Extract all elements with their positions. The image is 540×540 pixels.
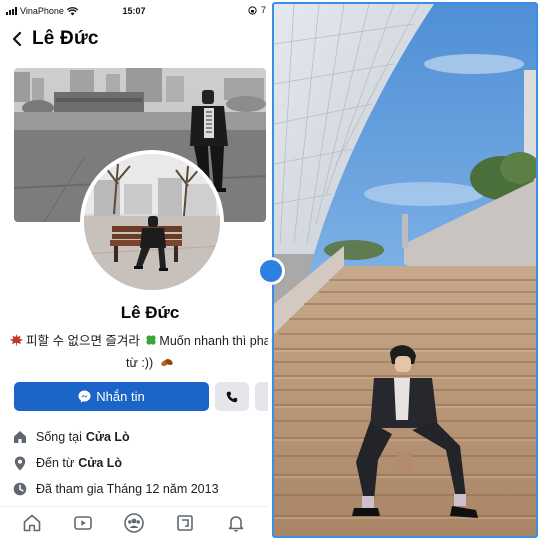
call-button[interactable] xyxy=(215,382,249,411)
notifications-icon[interactable] xyxy=(222,509,250,537)
info-label: Sống tại xyxy=(36,430,82,444)
back-button[interactable] xyxy=(4,24,30,54)
message-button-label: Nhắn tin xyxy=(96,389,145,404)
home-icon xyxy=(12,429,28,445)
bottom-nav xyxy=(0,506,268,538)
watch-icon[interactable] xyxy=(69,509,97,537)
bio-vietnamese-text: Muốn nhanh thì pha xyxy=(159,334,268,348)
maple-leaf-icon xyxy=(10,334,23,346)
top-bar: Lê Đức xyxy=(0,24,268,54)
leaves-icon xyxy=(160,358,173,367)
rotation-lock-icon xyxy=(248,5,257,15)
profile-avatar[interactable] xyxy=(80,150,224,294)
bio-line-2: từ :)) xyxy=(10,352,268,374)
location-pin-icon xyxy=(12,455,28,471)
pages-icon[interactable] xyxy=(171,509,199,537)
profile-info: Sống tại Cửa Lò Đến từ Cửa Lò Đã tham gia … xyxy=(12,424,268,502)
chevron-left-icon xyxy=(12,31,22,47)
profile-name: Lê Đức xyxy=(120,303,180,322)
profile-screenshot: VinaPhone 15:07 7 Lê Đức Lê Đức 피할 수 없으면… xyxy=(0,0,268,540)
status-bar: VinaPhone 15:07 7 xyxy=(0,0,268,22)
info-row-lives-in: Sống tại Cửa Lò xyxy=(12,424,268,450)
info-label: Đến từ xyxy=(36,456,75,470)
bio-korean-text: 피할 수 없으면 즐겨라 xyxy=(26,334,140,348)
info-row-joined: Đã tham gia Tháng 12 năm 2013 xyxy=(12,476,268,502)
home-icon[interactable] xyxy=(18,509,46,537)
profile-bio: 피할 수 없으면 즐겨라 Muốn nhanh thì pha từ :)) xyxy=(10,330,268,374)
bio-line-1: 피할 수 없으면 즐겨라 Muốn nhanh thì pha xyxy=(10,330,268,352)
groups-icon[interactable] xyxy=(120,509,148,537)
bio-line-2-text: từ :)) xyxy=(126,356,154,370)
stairs-photo xyxy=(272,2,538,538)
info-label: Đã tham gia Tháng 12 năm 2013 xyxy=(36,482,219,496)
messenger-icon xyxy=(78,390,91,403)
battery-text: 7 xyxy=(260,5,266,15)
info-value[interactable]: Cửa Lò xyxy=(86,430,130,444)
page-title: Lê Đức xyxy=(32,28,99,49)
status-right: 7 xyxy=(248,5,266,15)
compare-slider-handle[interactable] xyxy=(257,257,285,285)
clock-icon xyxy=(12,481,28,497)
message-button[interactable]: Nhắn tin xyxy=(14,382,209,411)
clover-icon xyxy=(146,335,157,345)
info-value[interactable]: Cửa Lò xyxy=(78,456,122,470)
phone-icon xyxy=(226,391,238,402)
more-button[interactable] xyxy=(255,382,268,411)
status-time: 15:07 xyxy=(122,6,146,16)
info-row-from: Đến từ Cửa Lò xyxy=(12,450,268,476)
